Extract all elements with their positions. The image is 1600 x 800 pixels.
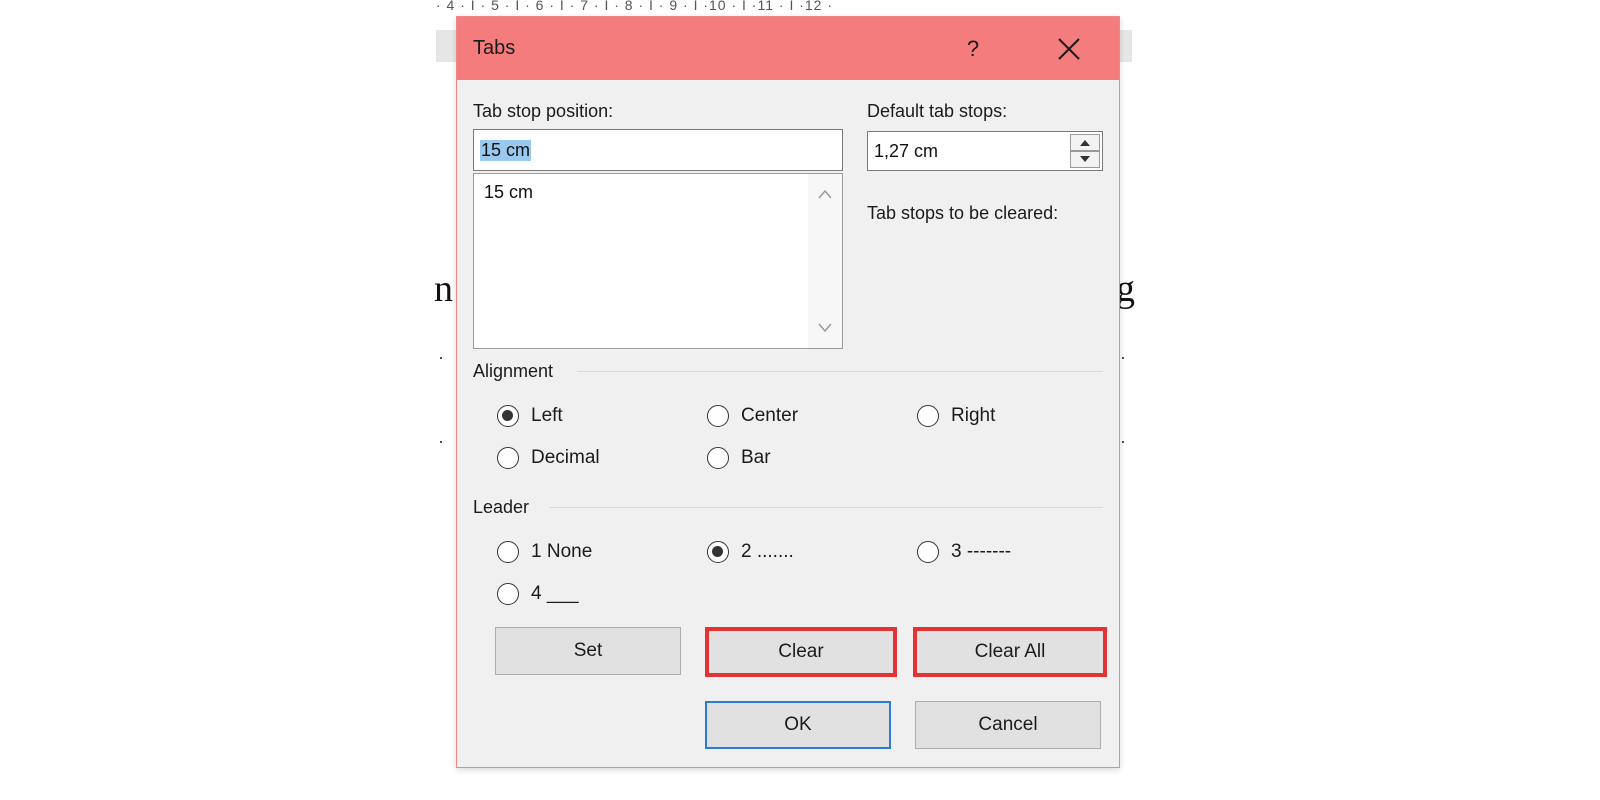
radio-label: Decimal: [531, 447, 600, 468]
leader-divider: [549, 507, 1103, 508]
default-tab-stops-spinner[interactable]: 1,27 cm: [867, 131, 1103, 171]
leader-dashes-radio[interactable]: 3 -------: [917, 541, 1011, 563]
leader-dots-radio[interactable]: 2 .......: [707, 541, 794, 563]
radio-label: Center: [741, 405, 799, 426]
horizontal-ruler: · 4 · I · 5 · I · 6 · I · 7 · I · 8 · I …: [436, 0, 1132, 14]
leader-underline-radio[interactable]: 4 ___: [497, 583, 579, 605]
close-icon: [1058, 38, 1080, 60]
leader-group-label: Leader: [473, 497, 530, 517]
radio-label: Bar: [741, 447, 771, 468]
spin-up-button[interactable]: [1070, 134, 1100, 151]
radio-circle: [497, 541, 519, 563]
tab-stop-position-label: Tab stop position:: [473, 101, 614, 121]
default-tab-stops-value: 1,27 cm: [874, 141, 939, 161]
dialog-titlebar[interactable]: Tabs ?: [457, 17, 1119, 80]
tabs-dialog: Tabs ? Tab stop position: 15 cm 15 cm De…: [456, 16, 1120, 768]
tab-stops-cleared-label: Tab stops to be cleared:: [867, 203, 1059, 223]
triangle-down-icon: [1080, 156, 1090, 162]
scroll-down-icon[interactable]: [817, 322, 833, 334]
radio-circle: [917, 541, 939, 563]
radio-circle: [707, 447, 729, 469]
list-item[interactable]: 15 cm: [484, 182, 533, 203]
alignment-group-label: Alignment: [473, 361, 554, 381]
alignment-right-radio[interactable]: Right: [917, 405, 995, 427]
radio-label: 3 -------: [951, 541, 1012, 562]
document-leader-dots: ·: [438, 431, 444, 451]
radio-label: 4 ___: [531, 583, 579, 604]
document-leader-dots: ·: [1120, 431, 1126, 451]
scroll-up-icon[interactable]: [817, 188, 833, 200]
clear-button[interactable]: Clear: [705, 627, 897, 677]
close-button[interactable]: [1049, 31, 1089, 67]
dialog-title: Tabs: [473, 37, 516, 59]
document-leader-dots: ·: [438, 347, 444, 367]
radio-circle: [497, 583, 519, 605]
alignment-bar-radio[interactable]: Bar: [707, 447, 771, 469]
radio-label: Left: [531, 405, 563, 426]
default-tab-stops-label: Default tab stops:: [867, 101, 1008, 121]
radio-label: Right: [951, 405, 996, 426]
set-button[interactable]: Set: [495, 627, 681, 675]
alignment-center-radio[interactable]: Center: [707, 405, 798, 427]
tab-stop-position-value: 15 cm: [480, 140, 532, 161]
tab-stop-position-input[interactable]: 15 cm: [473, 129, 843, 171]
tab-stop-list[interactable]: 15 cm: [473, 173, 843, 349]
radio-circle: [497, 447, 519, 469]
alignment-divider: [577, 371, 1103, 372]
radio-circle: [707, 541, 729, 563]
document-leader-dots: ·: [1120, 347, 1126, 367]
radio-circle: [707, 405, 729, 427]
radio-label: 1 None: [531, 541, 593, 562]
alignment-left-radio[interactable]: Left: [497, 405, 563, 427]
radio-circle: [917, 405, 939, 427]
spin-down-button[interactable]: [1070, 151, 1100, 168]
alignment-decimal-radio[interactable]: Decimal: [497, 447, 600, 469]
radio-circle: [497, 405, 519, 427]
radio-label: 2 .......: [741, 541, 794, 562]
ok-button[interactable]: OK: [705, 701, 891, 749]
document-text-left: n: [434, 268, 453, 310]
help-button[interactable]: ?: [955, 31, 991, 67]
triangle-up-icon: [1080, 140, 1090, 146]
cancel-button[interactable]: Cancel: [915, 701, 1101, 749]
clear-all-button[interactable]: Clear All: [913, 627, 1107, 677]
list-scrollbar[interactable]: [808, 174, 842, 348]
leader-none-radio[interactable]: 1 None: [497, 541, 592, 563]
